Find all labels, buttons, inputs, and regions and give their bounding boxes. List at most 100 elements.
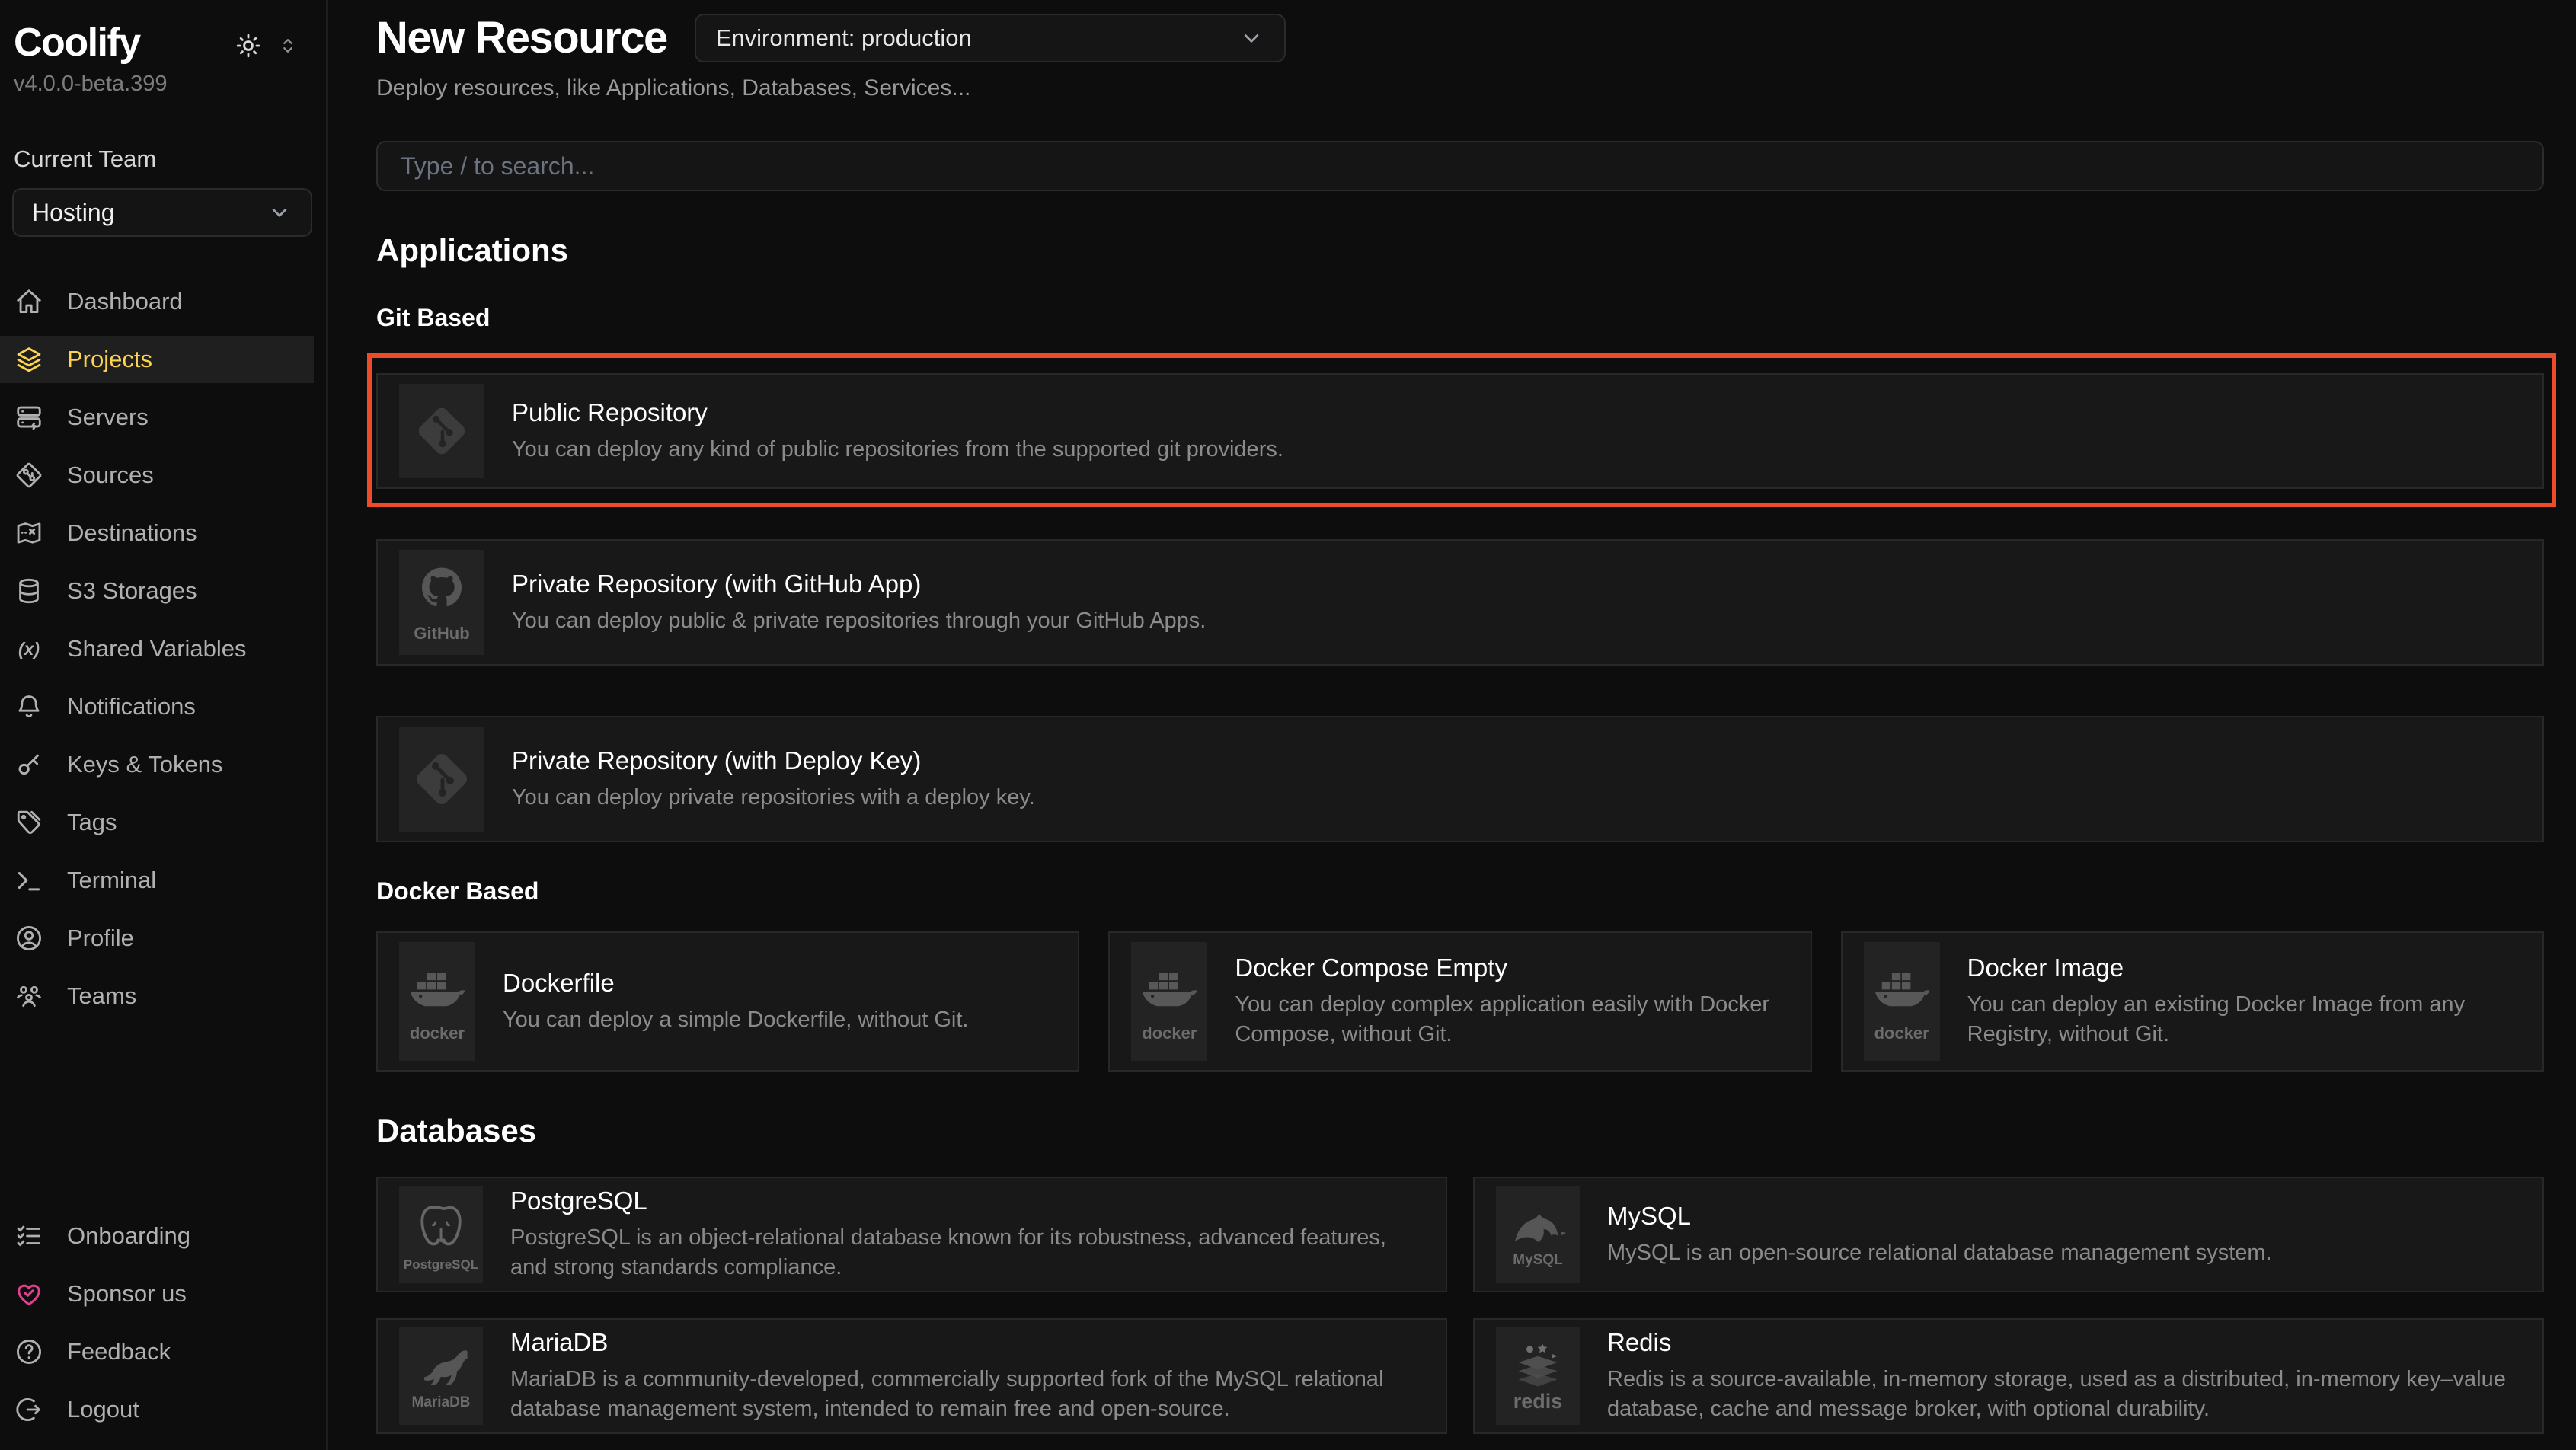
git-based-label: Git Based: [376, 304, 2544, 332]
sidebar-item-feedback[interactable]: Feedback: [0, 1328, 314, 1375]
card-title: Private Repository (with GitHub App): [512, 570, 1206, 599]
card-description: You can deploy any kind of public reposi…: [512, 435, 1283, 465]
sidebar-item-keys-tokens[interactable]: Keys & Tokens: [0, 741, 314, 788]
card-title: MariaDB: [510, 1328, 1424, 1357]
sidebar-item-onboarding[interactable]: Onboarding: [0, 1212, 314, 1260]
mariadb-icon: MariaDB: [399, 1327, 483, 1425]
card-text: Private Repository (with Deploy Key) You…: [512, 746, 1035, 813]
sidebar-item-tags[interactable]: Tags: [0, 799, 314, 846]
chevron-down-icon: [1238, 25, 1264, 51]
heart-hands-icon: [14, 1279, 44, 1309]
environment-select-value: Environment: production: [716, 24, 972, 52]
card-private-repository-github-app[interactable]: GitHub Private Repository (with GitHub A…: [376, 539, 2544, 666]
mariadb-tile-label: MariaDB: [411, 1395, 470, 1410]
card-public-repository[interactable]: Public Repository You can deploy any kin…: [376, 373, 2544, 489]
card-private-repository-deploy-key[interactable]: Private Repository (with Deploy Key) You…: [376, 716, 2544, 842]
page-header: New Resource Environment: production: [376, 12, 2544, 63]
sidebar-item-terminal[interactable]: Terminal: [0, 857, 314, 904]
postgresql-icon: PostgreSQL: [399, 1186, 483, 1283]
card-text: Dockerfile You can deploy a simple Docke…: [503, 969, 968, 1035]
sidebar-item-s3-storages[interactable]: S3 Storages: [0, 567, 314, 615]
sidebar-item-label: Notifications: [67, 693, 196, 720]
page-subtitle: Deploy resources, like Applications, Dat…: [376, 75, 2544, 101]
sidebar-item-label: Tags: [67, 809, 117, 836]
sidebar-item-label: Projects: [67, 346, 152, 373]
sidebar-item-label: Profile: [67, 925, 134, 952]
card-postgresql[interactable]: PostgreSQL PostgreSQL PostgreSQL is an o…: [376, 1177, 1447, 1292]
sidebar-item-logout[interactable]: Logout: [0, 1386, 314, 1433]
docker-icon: docker: [1131, 942, 1207, 1061]
page-title: New Resource: [376, 12, 667, 63]
sidebar-item-notifications[interactable]: Notifications: [0, 683, 314, 730]
docker-based-label: Docker Based: [376, 877, 2544, 905]
search-input[interactable]: [376, 141, 2544, 191]
section-title-applications: Applications: [376, 232, 2544, 269]
sidebar-item-label: Sponsor us: [67, 1280, 187, 1308]
map-icon: [14, 518, 44, 548]
checklist-icon: [14, 1221, 44, 1251]
sidebar-item-dashboard[interactable]: Dashboard: [0, 278, 314, 325]
docker-icon: docker: [1864, 942, 1940, 1061]
sidebar-item-label: Terminal: [67, 867, 156, 894]
app-logo[interactable]: Coolify: [14, 20, 140, 65]
card-title: PostgreSQL: [510, 1187, 1424, 1215]
card-description: PostgreSQL is an object-relational datab…: [510, 1223, 1424, 1282]
sidebar-item-label: Feedback: [67, 1338, 171, 1365]
card-description: You can deploy public & private reposito…: [512, 606, 1206, 636]
card-text: Redis Redis is a source-available, in-me…: [1607, 1328, 2521, 1423]
sidebar-item-sources[interactable]: Sources: [0, 452, 314, 499]
sidebar-item-label: Sources: [67, 462, 154, 489]
sidebar-item-label: Dashboard: [67, 288, 183, 315]
postgresql-tile-label: PostgreSQL: [404, 1258, 478, 1271]
sidebar-item-label: S3 Storages: [67, 577, 197, 605]
git-icon: [399, 384, 484, 478]
sidebar-item-servers[interactable]: Servers: [0, 394, 314, 441]
sidebar-item-destinations[interactable]: Destinations: [0, 509, 314, 557]
team-select[interactable]: Hosting: [12, 188, 312, 237]
docker-tile-label: docker: [410, 1025, 465, 1042]
mysql-icon: MySQL: [1496, 1186, 1580, 1283]
theme-toggle-sun-icon[interactable]: [235, 32, 262, 59]
home-icon: [14, 286, 44, 317]
sidebar-item-label: Destinations: [67, 519, 197, 547]
tag-icon: [14, 807, 44, 838]
app-version: v4.0.0-beta.399: [14, 72, 326, 97]
database-icon: [14, 576, 44, 606]
card-description: MySQL is an open-source relational datab…: [1607, 1238, 2272, 1268]
sidebar-item-label: Teams: [67, 982, 136, 1010]
mysql-tile-label: MySQL: [1513, 1253, 1562, 1267]
card-description: You can deploy private repositories with…: [512, 783, 1035, 813]
sidebar-item-teams[interactable]: Teams: [0, 973, 314, 1020]
card-title: Private Repository (with Deploy Key): [512, 746, 1035, 775]
card-redis[interactable]: redis Redis Redis is a source-available,…: [1473, 1318, 2544, 1434]
sidebar: Coolify v4.0.0-beta.399 Current Team Hos…: [0, 0, 328, 1450]
sidebar-item-shared-variables[interactable]: (x) Shared Variables: [0, 625, 314, 672]
sidebar-item-label: Servers: [67, 404, 149, 431]
card-docker-image[interactable]: docker Docker Image You can deploy an ex…: [1841, 931, 2544, 1072]
logout-icon: [14, 1394, 44, 1425]
sidebar-item-profile[interactable]: Profile: [0, 915, 314, 962]
bell-icon: [14, 691, 44, 722]
card-title: Docker Compose Empty: [1235, 953, 1788, 982]
git-source-icon: [14, 460, 44, 490]
team-select-value: Hosting: [32, 199, 115, 227]
user-icon: [14, 923, 44, 953]
sidebar-item-projects[interactable]: Projects: [0, 336, 314, 383]
sidebar-header-actions: [235, 32, 299, 59]
server-icon: [14, 402, 44, 433]
environment-select[interactable]: Environment: production: [695, 14, 1286, 62]
card-title: Redis: [1607, 1328, 2521, 1357]
card-dockerfile[interactable]: docker Dockerfile You can deploy a simpl…: [376, 931, 1079, 1072]
sidebar-item-label: Logout: [67, 1396, 139, 1423]
card-docker-compose-empty[interactable]: docker Docker Compose Empty You can depl…: [1108, 931, 1811, 1072]
sidebar-item-sponsor-us[interactable]: Sponsor us: [0, 1270, 314, 1317]
card-mysql[interactable]: MySQL MySQL MySQL is an open-source rela…: [1473, 1177, 2544, 1292]
redis-tile-label: redis: [1513, 1391, 1563, 1412]
card-mariadb[interactable]: MariaDB MariaDB MariaDB is a community-d…: [376, 1318, 1447, 1434]
card-title: Dockerfile: [503, 969, 968, 998]
svg-text:(x): (x): [18, 639, 40, 659]
docker-cards-grid: docker Dockerfile You can deploy a simpl…: [376, 931, 2544, 1072]
chevron-down-icon: [267, 200, 292, 225]
theme-selector-chevrons-icon[interactable]: [277, 35, 299, 56]
card-text: MySQL MySQL is an open-source relational…: [1607, 1202, 2272, 1268]
